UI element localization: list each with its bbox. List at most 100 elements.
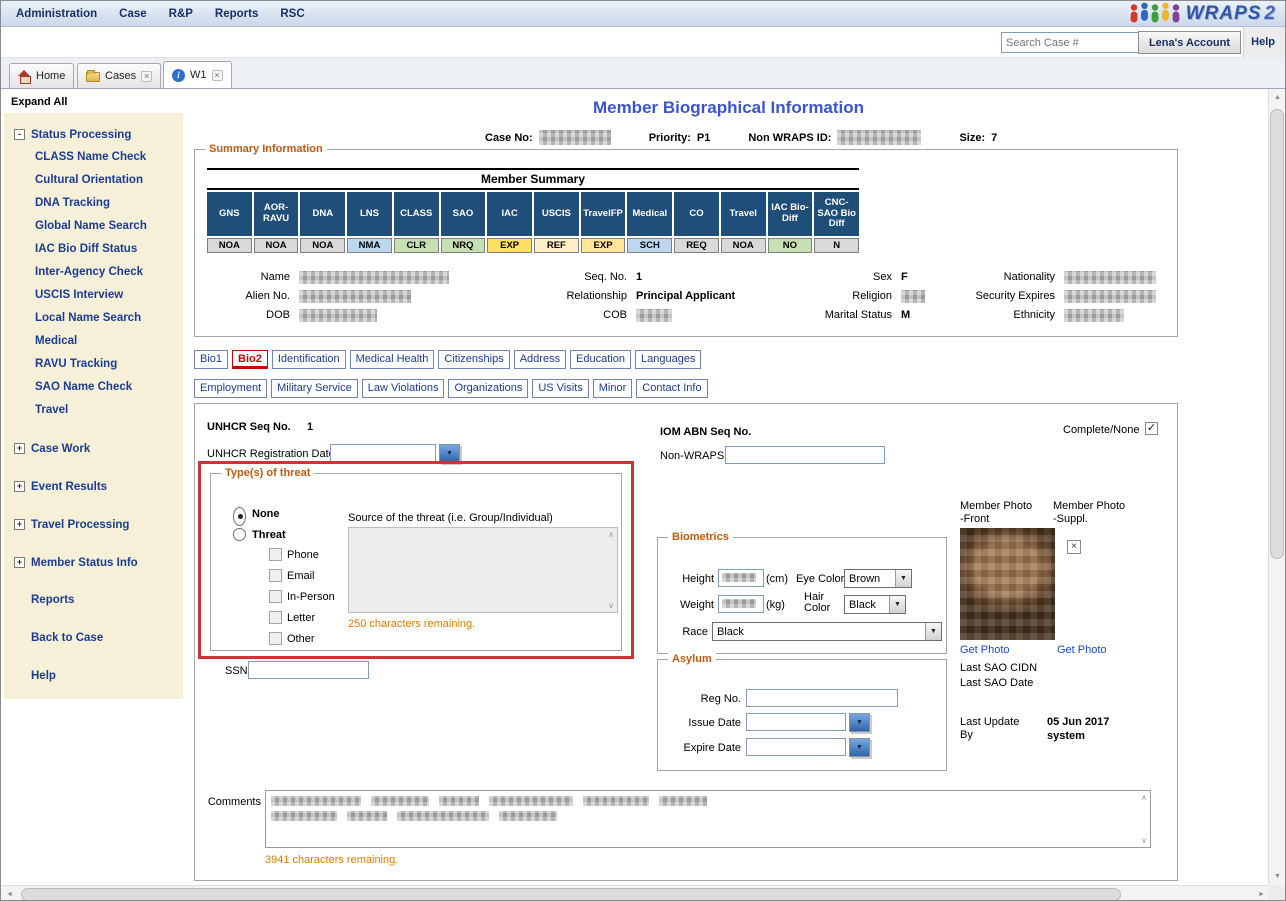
race-label: Race	[680, 626, 708, 638]
sidebar-item-global-name-search[interactable]: Global Name Search	[10, 215, 177, 238]
horizontal-scrollbar-thumb[interactable]	[21, 888, 1121, 901]
sidebar-item-sao-name-check[interactable]: SAO Name Check	[10, 376, 177, 399]
tab-education[interactable]: Education	[570, 350, 631, 369]
vertical-scrollbar-thumb[interactable]	[1270, 109, 1284, 559]
close-tab-icon[interactable]	[141, 71, 152, 82]
sidebar-item-travel[interactable]: Travel	[10, 399, 177, 422]
tab-citizenships[interactable]: Citizenships	[438, 350, 509, 369]
scroll-left-icon[interactable]	[1, 886, 18, 901]
get-photo-front-link[interactable]: Get Photo	[960, 644, 1010, 656]
hair-color-select[interactable]: Black	[844, 595, 906, 614]
sidebar-item-reports[interactable]: Reports	[10, 589, 177, 612]
height-value-redacted	[722, 573, 756, 582]
summary-col-header: DNA	[300, 192, 345, 236]
threat-threat-radio[interactable]	[233, 528, 246, 541]
sidebar-item-inter-agency-check[interactable]: Inter-Agency Check	[10, 261, 177, 284]
sidebar-item-help[interactable]: Help	[10, 665, 177, 688]
sidebar-item-member-status-info[interactable]: Member Status Info	[10, 551, 177, 574]
expand-icon[interactable]	[14, 519, 25, 530]
sidebar-item-medical[interactable]: Medical	[10, 330, 177, 353]
menu-rp[interactable]: R&P	[158, 8, 204, 20]
summary-col-header: TravelFP	[581, 192, 626, 236]
expire-date-calendar-button[interactable]	[849, 738, 870, 757]
sidebar-item-status-processing[interactable]: Status Processing	[10, 123, 177, 146]
threat-none-radio[interactable]	[233, 507, 246, 526]
dob-label: DOB	[235, 309, 290, 321]
get-photo-suppl-link[interactable]: Get Photo	[1057, 644, 1107, 656]
threat-in-person-checkbox[interactable]	[269, 590, 282, 603]
weight-input[interactable]	[718, 595, 764, 613]
tab-organizations[interactable]: Organizations	[448, 379, 528, 398]
sidebar-item-event-results[interactable]: Event Results	[10, 475, 177, 498]
scroll-up-icon[interactable]	[1269, 89, 1286, 106]
vertical-scrollbar[interactable]	[1268, 89, 1285, 885]
close-tab-icon[interactable]	[212, 70, 223, 81]
ssn-input[interactable]	[248, 661, 369, 679]
sidebar-item-back-to-case[interactable]: Back to Case	[10, 627, 177, 650]
sidebar-item-class-name-check[interactable]: CLASS Name Check	[10, 146, 177, 169]
expand-icon[interactable]	[14, 443, 25, 454]
tab-bio2[interactable]: Bio2	[232, 350, 268, 369]
expire-date-input[interactable]	[746, 738, 846, 756]
tab-medical-health[interactable]: Medical Health	[350, 350, 435, 369]
menu-rsc[interactable]: RSC	[269, 8, 315, 20]
race-select[interactable]: Black	[712, 622, 942, 641]
tab-cases[interactable]: Cases	[77, 63, 161, 88]
eye-color-select[interactable]: Brown	[844, 569, 912, 588]
non-wraps-id-input[interactable]	[725, 446, 885, 464]
sidebar-item-uscis-interview[interactable]: USCIS Interview	[10, 284, 177, 307]
threat-email-checkbox[interactable]	[269, 569, 282, 582]
tab-law-violations[interactable]: Law Violations	[362, 379, 445, 398]
scroll-down-icon[interactable]	[1269, 868, 1286, 885]
tab-bio1[interactable]: Bio1	[194, 350, 228, 369]
help-link[interactable]: Help	[1251, 36, 1275, 48]
menu-administration[interactable]: Administration	[5, 8, 108, 20]
tab-address[interactable]: Address	[514, 350, 566, 369]
height-input[interactable]	[718, 569, 764, 587]
horizontal-scrollbar[interactable]	[1, 885, 1270, 901]
tab-home[interactable]: Home	[9, 63, 74, 88]
complete-none-label: Complete/None	[1063, 424, 1139, 436]
unhcr-reg-date-input[interactable]	[330, 444, 436, 462]
threat-legend: Type(s) of threat	[221, 467, 314, 479]
threat-letter-checkbox[interactable]	[269, 611, 282, 624]
account-button[interactable]: Lena's Account	[1138, 31, 1241, 54]
sidebar-item-dna-tracking[interactable]: DNA Tracking	[10, 192, 177, 215]
tab-minor[interactable]: Minor	[593, 379, 633, 398]
tab-employment[interactable]: Employment	[194, 379, 267, 398]
height-unit-label: (cm)	[766, 573, 788, 585]
sidebar-item-cultural-orientation[interactable]: Cultural Orientation	[10, 169, 177, 192]
tab-w1[interactable]: W1	[163, 61, 232, 88]
expand-icon[interactable]	[14, 557, 25, 568]
issue-date-label: Issue Date	[683, 717, 741, 729]
complete-none-checkbox[interactable]	[1145, 422, 1158, 435]
issue-date-calendar-button[interactable]	[849, 713, 870, 732]
collapse-icon[interactable]	[14, 129, 25, 140]
sidebar-item-iac-bio-diff-status[interactable]: IAC Bio Diff Status	[10, 238, 177, 261]
tab-military-service[interactable]: Military Service	[271, 379, 358, 398]
menu-case[interactable]: Case	[108, 8, 158, 20]
threat-phone-checkbox[interactable]	[269, 548, 282, 561]
menu-reports[interactable]: Reports	[204, 8, 269, 20]
status-badge: NOA	[300, 238, 345, 253]
sidebar-item-travel-processing[interactable]: Travel Processing	[10, 513, 177, 536]
search-case-input[interactable]	[1001, 32, 1149, 53]
tab-languages[interactable]: Languages	[635, 350, 701, 369]
status-badge: NOA	[721, 238, 766, 253]
sidebar-item-case-work[interactable]: Case Work	[10, 437, 177, 460]
tab-identification[interactable]: Identification	[272, 350, 346, 369]
sidebar-item-ravu-tracking[interactable]: RAVU Tracking	[10, 353, 177, 376]
sidebar-item-local-name-search[interactable]: Local Name Search	[10, 307, 177, 330]
scrollbar-corner	[1268, 885, 1285, 901]
reg-no-input[interactable]	[746, 689, 898, 707]
asylum-fieldset: Asylum Reg No. Issue Date Expire Date	[657, 659, 947, 771]
expand-all-link[interactable]: Expand All	[11, 96, 67, 108]
name-value-redacted	[299, 271, 449, 284]
tab-contact-info[interactable]: Contact Info	[636, 379, 707, 398]
issue-date-input[interactable]	[746, 713, 846, 731]
threat-source-textarea[interactable]	[348, 527, 618, 613]
expand-icon[interactable]	[14, 481, 25, 492]
threat-other-checkbox[interactable]	[269, 632, 282, 645]
tab-us-visits[interactable]: US Visits	[532, 379, 588, 398]
comments-textarea[interactable]	[265, 790, 1151, 848]
